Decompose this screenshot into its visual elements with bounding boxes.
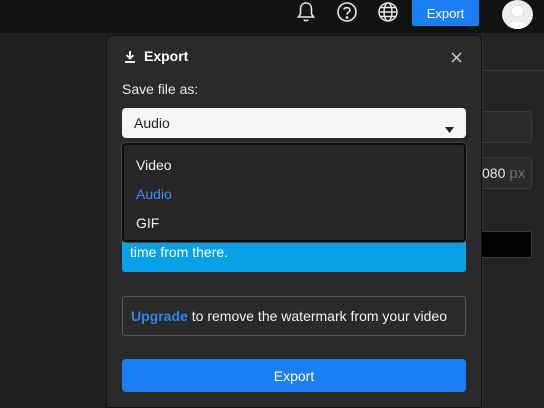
watermark-notice: Upgrade to remove the watermark from you… <box>122 296 466 336</box>
file-type-dropdown: Video Audio GIF <box>122 143 466 242</box>
select-value: Audio <box>134 115 170 131</box>
option-gif[interactable]: GIF <box>136 215 159 231</box>
caret-down-icon <box>445 120 454 136</box>
watermark-text: to remove the watermark from your video <box>191 308 448 324</box>
color-swatch[interactable] <box>482 231 532 258</box>
file-type-select[interactable]: Audio <box>122 108 466 138</box>
export-button[interactable]: Export <box>122 359 466 392</box>
top-export-button[interactable]: Export <box>412 0 479 26</box>
bell-icon[interactable] <box>294 0 318 24</box>
width-unit: px <box>509 164 526 182</box>
save-file-label: Save file as: <box>122 81 199 97</box>
modal-title: Export <box>124 47 188 65</box>
help-circle-icon[interactable] <box>335 0 359 24</box>
panel-input[interactable] <box>482 111 532 143</box>
download-icon <box>124 50 136 63</box>
user-avatar-icon[interactable] <box>502 0 533 29</box>
globe-icon[interactable] <box>376 0 400 24</box>
right-panel <box>482 33 544 408</box>
upgrade-link[interactable]: Upgrade <box>131 308 188 324</box>
option-video[interactable]: Video <box>136 157 172 173</box>
close-icon[interactable] <box>447 48 465 66</box>
panel-divider <box>482 70 544 71</box>
option-audio[interactable]: Audio <box>136 186 172 202</box>
width-input[interactable]: 080 px <box>482 157 532 189</box>
modal-title-text: Export <box>144 48 189 64</box>
width-value: 080 <box>482 165 506 181</box>
info-text: time from there. <box>130 244 229 260</box>
